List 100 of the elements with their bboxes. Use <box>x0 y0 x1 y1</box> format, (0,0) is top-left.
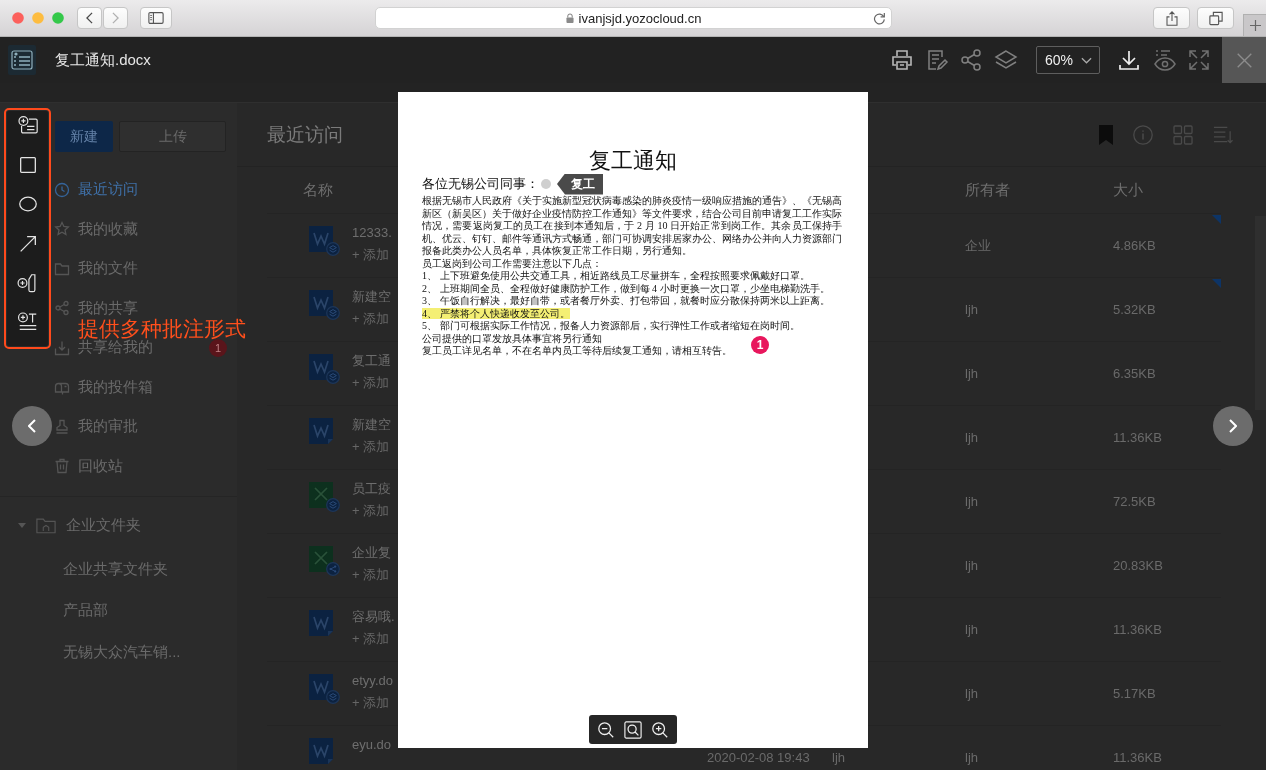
column-header[interactable]: 所有者 <box>965 180 1010 200</box>
nav-item[interactable]: 共享给我的 1 <box>54 338 227 357</box>
nav-item[interactable]: 最近访问 <box>54 180 138 199</box>
size-cell: 20.83KB <box>1113 557 1163 574</box>
document-text: 员工返岗到公司工作需要注意以下几点： <box>422 257 602 269</box>
folder-icon <box>54 260 70 277</box>
share-icon <box>54 300 70 317</box>
document-title: 复工通知 <box>589 148 677 174</box>
folder-item[interactable]: 无锡大众汽车销... <box>63 631 181 673</box>
plus-icon <box>1249 20 1261 31</box>
add-tag-link[interactable]: + 添加 <box>352 567 390 583</box>
add-text-icon[interactable] <box>16 310 39 333</box>
close-icon <box>1235 51 1253 69</box>
file-name[interactable]: 企业复 <box>352 545 391 561</box>
expand-icon[interactable] <box>1187 48 1211 72</box>
add-tag-link[interactable]: + 添加 <box>352 247 390 263</box>
owner-cell: 企业 <box>965 237 991 254</box>
folder-item[interactable]: 企业共享文件夹 <box>63 548 168 590</box>
folder-icon <box>36 517 56 534</box>
table-cell: ljh <box>832 749 845 766</box>
nav-item[interactable]: 我的投件箱 <box>54 378 153 397</box>
comment-marker[interactable]: 1 <box>751 335 769 354</box>
size-cell: 72.5KB <box>1113 493 1156 510</box>
add-tag-link[interactable]: + 添加 <box>352 503 390 519</box>
add-note-icon[interactable] <box>16 271 39 294</box>
nav-item[interactable]: 我的共享 <box>54 299 138 318</box>
eye-icon[interactable] <box>1153 48 1177 72</box>
add-tag-link[interactable]: + 添加 <box>352 631 390 647</box>
document-text: 3、 午饭自行解决，最好自带，或者餐厅外卖、打包带回，就餐时应分散保持两米以上距离。 <box>422 295 830 306</box>
column-header[interactable]: 名称 <box>303 180 333 200</box>
add-comment-icon[interactable] <box>16 115 39 137</box>
share-icon[interactable] <box>959 48 983 72</box>
create-button[interactable]: 新建 <box>55 121 113 152</box>
add-tag-link[interactable]: + 添加 <box>352 695 390 711</box>
stamp-icon <box>54 418 70 435</box>
feature-caption: 提供多种批注形式 <box>78 317 246 339</box>
chevron-left-icon <box>86 12 93 24</box>
document-text: 5、 部门可根据实际工作情况，报备人力资源部后，实行弹性工作或者缩短在岗时间。 <box>422 320 800 331</box>
size-cell: 11.36KB <box>1113 429 1162 446</box>
share-button[interactable] <box>1153 7 1190 29</box>
file-name[interactable]: 新建空 <box>352 289 391 305</box>
nav-item[interactable]: 我的收藏 <box>54 220 138 239</box>
file-name[interactable]: eyu.do <box>352 737 392 753</box>
page-title: 最近访问 <box>267 122 343 147</box>
file-name[interactable]: 12333. <box>352 225 392 241</box>
table-cell: 2020-02-08 19:43 <box>707 749 810 766</box>
trash-icon <box>54 458 70 475</box>
file-title: 复工通知.docx <box>55 50 151 70</box>
zoom-in-icon[interactable] <box>650 720 669 739</box>
size-cell: 11.36KB <box>1113 621 1162 638</box>
zoom-out-icon[interactable] <box>597 720 616 739</box>
back-button[interactable] <box>77 7 102 29</box>
file-name[interactable]: 复工通 <box>352 353 391 369</box>
sidebar-icon <box>148 12 164 24</box>
add-tag-link[interactable]: + 添加 <box>352 439 390 455</box>
print-icon[interactable] <box>890 48 914 72</box>
add-tag-link[interactable]: + 添加 <box>352 375 390 391</box>
size-cell: 5.17KB <box>1113 685 1156 702</box>
tabs-button[interactable] <box>1197 7 1234 29</box>
owner-cell: ljh <box>965 429 978 446</box>
file-name[interactable]: 新建空 <box>352 417 391 433</box>
nav-item[interactable]: 我的审批 <box>54 417 138 436</box>
address-field[interactable]: ivanjsjd.yozocloud.cn <box>375 7 892 29</box>
size-cell: 6.35KB <box>1113 365 1156 382</box>
document-text: 4、 严禁将个人快递收发至公司。 <box>422 307 570 319</box>
owner-cell: ljh <box>965 365 978 382</box>
owner-cell: ljh <box>965 621 978 638</box>
owner-cell: ljh <box>965 301 978 318</box>
download-icon[interactable] <box>1117 48 1141 72</box>
document-text: 1、 上下班避免使用公共交通工具，相近路线员工尽量拼车，全程按照要求佩戴好口罩。 <box>422 270 810 281</box>
document-text: 公司提供的口罩发放具体事宜将另行通知 <box>422 332 602 344</box>
layers-icon[interactable] <box>994 48 1018 72</box>
sidebar-toggle-button[interactable] <box>140 7 172 29</box>
nav-item[interactable]: 我的文件 <box>54 259 138 278</box>
nav-item[interactable]: 回收站 <box>54 457 123 476</box>
size-cell: 11.36KB <box>1113 749 1162 766</box>
file-name[interactable]: 容易哦. <box>352 609 395 625</box>
tabs-icon <box>1208 10 1223 26</box>
fit-page-icon[interactable] <box>624 720 642 739</box>
owner-cell: ljh <box>965 493 978 510</box>
reload-icon[interactable] <box>873 11 886 25</box>
zoom-select[interactable]: 60% <box>1036 46 1100 74</box>
add-tag-link[interactable]: + 添加 <box>352 311 390 327</box>
caret-down-icon <box>1081 56 1092 64</box>
list-icon[interactable] <box>8 45 36 75</box>
chevron-right-icon <box>1229 419 1237 433</box>
file-name[interactable]: 员工疫 <box>352 481 391 497</box>
folder-item[interactable]: 企业文件夹 <box>0 506 141 545</box>
owner-cell: ljh <box>965 749 978 766</box>
comment-tag[interactable]: 复工 <box>557 173 603 195</box>
window-close-icon[interactable] <box>12 12 24 24</box>
owner-cell: ljh <box>965 685 978 702</box>
folder-item[interactable]: 产品部 <box>63 590 108 632</box>
file-name[interactable]: etyy.do <box>352 673 393 689</box>
edit-document-icon[interactable] <box>925 48 949 72</box>
new-tab-button[interactable] <box>1243 14 1266 36</box>
chevron-right-icon <box>112 12 119 24</box>
greeting-text: 各位无锡公司同事： <box>422 176 539 192</box>
lock-icon <box>565 13 574 23</box>
column-header[interactable]: 大小 <box>1113 180 1143 200</box>
